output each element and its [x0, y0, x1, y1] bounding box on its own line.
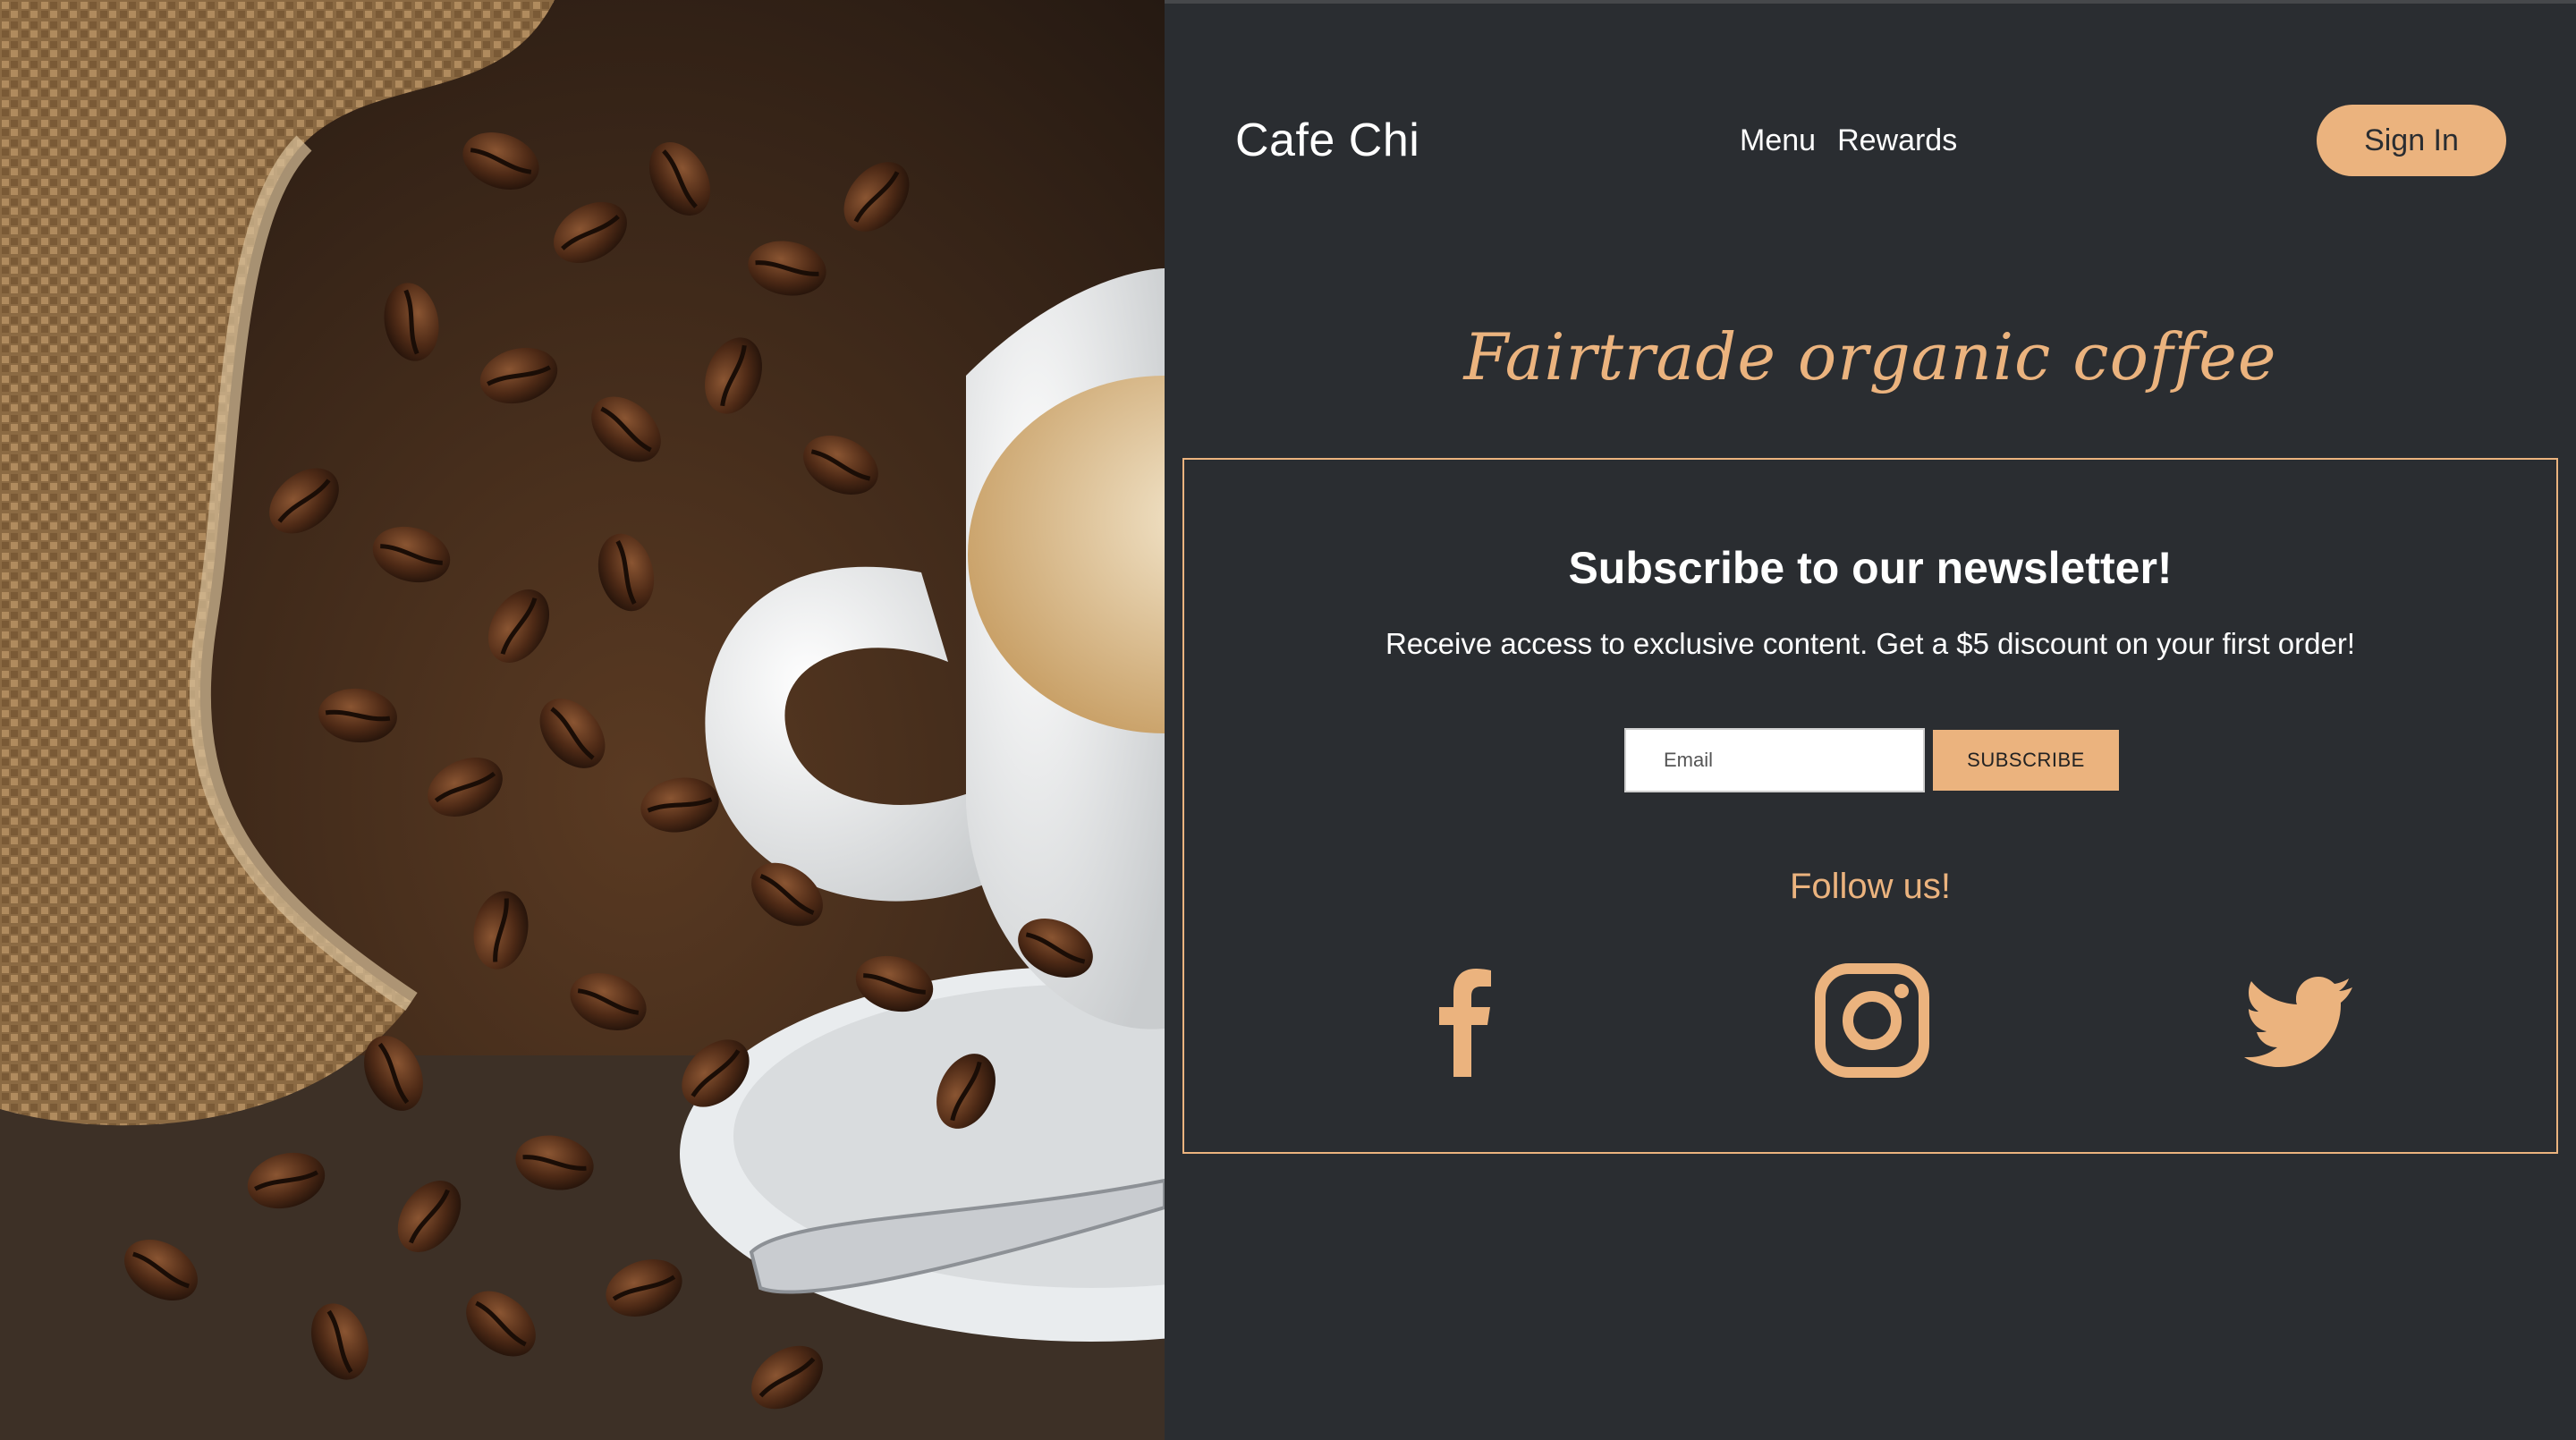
- main-nav: Menu Rewards: [1740, 121, 1957, 160]
- tagline: Fairtrade organic coffee: [1463, 319, 2277, 394]
- newsletter-title: Subscribe to our newsletter!: [1568, 543, 2173, 593]
- hero-image: [0, 0, 1165, 1440]
- nav-item-menu[interactable]: Menu: [1740, 121, 1816, 160]
- newsletter-subtitle: Receive access to exclusive content. Get…: [1385, 627, 2356, 660]
- brand-logo[interactable]: Cafe Chi: [1235, 113, 1419, 168]
- facebook-icon[interactable]: [1407, 962, 1523, 1079]
- sign-in-button[interactable]: Sign In: [2317, 105, 2506, 176]
- nav-item-rewards[interactable]: Rewards: [1837, 121, 1957, 160]
- page: Cafe Chi Menu Rewards Sign In Fairtrade …: [0, 0, 2576, 1440]
- subscribe-button[interactable]: SUBSCRIBE: [1933, 730, 2119, 791]
- follow-label: Follow us!: [1789, 867, 1952, 906]
- content-panel: Cafe Chi Menu Rewards Sign In Fairtrade …: [1165, 0, 2576, 1440]
- instagram-icon[interactable]: [1814, 962, 1930, 1079]
- email-field[interactable]: [1624, 728, 1925, 792]
- newsletter-box: Subscribe to our newsletter! Receive acc…: [1182, 458, 2558, 1154]
- twitter-icon[interactable]: [2241, 962, 2358, 1079]
